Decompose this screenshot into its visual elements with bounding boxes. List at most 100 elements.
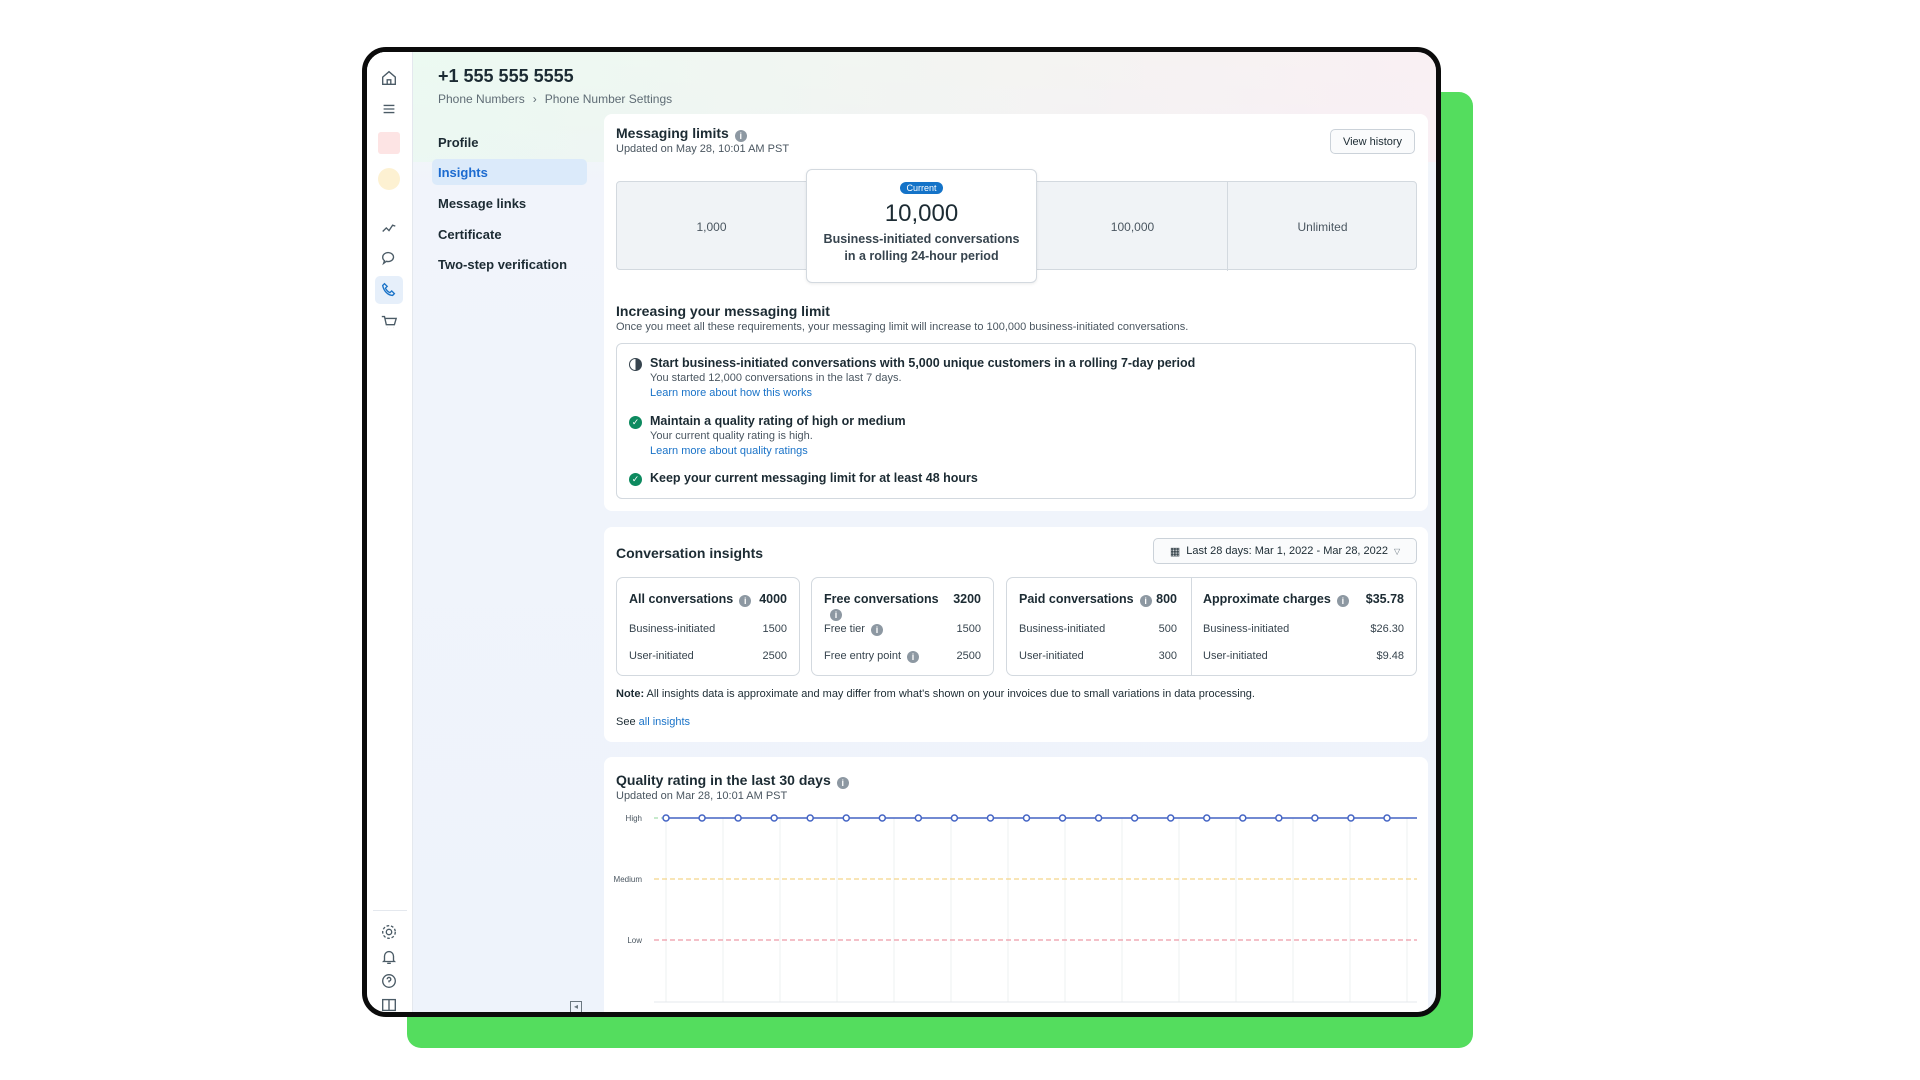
- stat-row-label: User-initiated: [629, 650, 694, 662]
- nav-item-two-step-verification[interactable]: Two-step verification: [432, 251, 587, 277]
- current-badge: Current: [900, 182, 943, 194]
- current-limit-desc-2: in a rolling 24-hour period: [844, 249, 999, 263]
- info-icon[interactable]: i: [734, 130, 747, 142]
- stat-label: All conversations: [629, 592, 734, 606]
- stat-label: Paid conversations: [1019, 592, 1134, 606]
- stat-box-free: Free conversations i 3200 Free tier i 1500 F…: [811, 577, 994, 676]
- divider: [373, 910, 407, 911]
- data-point: [1094, 814, 1103, 822]
- gear-icon[interactable]: [375, 918, 403, 946]
- analytics-icon[interactable]: [375, 213, 403, 241]
- view-history-button[interactable]: View history: [1330, 129, 1415, 154]
- info-icon[interactable]: i: [739, 595, 752, 607]
- data-point: [1311, 814, 1319, 822]
- check-circle-icon: ✓: [629, 473, 642, 486]
- data-point: [770, 814, 778, 822]
- stat-row-value: 1500: [956, 623, 981, 635]
- tier-1000: 1,000: [617, 182, 807, 271]
- info-icon[interactable]: i: [836, 777, 849, 789]
- data-point: [734, 814, 742, 822]
- date-range-picker[interactable]: ▦ Last 28 days: Mar 1, 2022 - Mar 28, 20…: [1153, 538, 1417, 564]
- data-point: [914, 814, 923, 822]
- nav-item-profile[interactable]: Profile: [432, 129, 587, 155]
- stat-box-paid-charges: Paid conversations i 800 Business-initiate…: [1006, 577, 1417, 676]
- menu-icon[interactable]: [375, 95, 403, 123]
- all-insights-link[interactable]: all insights: [639, 716, 690, 728]
- learn-more-quality-link[interactable]: Learn more about quality ratings: [650, 445, 808, 457]
- breadcrumb: Phone Numbers › Phone Number Settings: [438, 92, 672, 106]
- nav-item-message-links[interactable]: Message links: [432, 190, 587, 216]
- nav-item-insights[interactable]: Insights: [432, 159, 587, 185]
- cart-icon[interactable]: [375, 308, 403, 336]
- stat-row-value: 1500: [762, 623, 787, 635]
- stat-row-label: Free tier: [824, 623, 865, 635]
- requirement-detail: Your current quality rating is high.: [650, 430, 813, 442]
- data-point: [842, 814, 850, 822]
- breadcrumb-phone-numbers[interactable]: Phone Numbers: [438, 92, 525, 106]
- quality-rating-card: Quality rating in the last 30 days i Upda…: [604, 757, 1428, 1012]
- nav-item-certificate[interactable]: Certificate: [432, 221, 587, 247]
- app-tile-red[interactable]: [375, 129, 403, 157]
- check-circle-icon: ✓: [629, 416, 642, 429]
- conversation-insights-card: Conversation insights ▦ Last 28 days: Ma…: [604, 527, 1428, 742]
- data-point: [662, 814, 670, 822]
- icon-rail: [367, 52, 413, 1012]
- stat-row-label: Business-initiated: [629, 623, 716, 635]
- phone-icon[interactable]: [375, 276, 403, 304]
- info-icon[interactable]: i: [1139, 595, 1152, 607]
- see-all-insights: See all insights: [616, 716, 690, 728]
- insights-note: Note: All insights data is approximate a…: [616, 688, 1255, 700]
- stat-total: 4000: [759, 592, 787, 606]
- note-text: All insights data is approximate and may…: [644, 688, 1255, 700]
- quality-updated: Updated on Mar 28, 10:01 AM PST: [616, 790, 788, 802]
- messaging-limits-title: Messaging limits: [616, 125, 729, 141]
- data-point: [1383, 814, 1391, 822]
- info-icon[interactable]: i: [830, 609, 842, 621]
- y-tick-label: Medium: [614, 875, 643, 884]
- app-tile-yellow[interactable]: [375, 165, 403, 193]
- data-point: [1022, 814, 1031, 822]
- requirement-title: Maintain a quality rating of high or med…: [650, 414, 906, 428]
- data-point: [1275, 814, 1283, 822]
- stat-row-value: 2500: [956, 650, 981, 662]
- current-limit-desc: Business-initiated conversations: [823, 232, 1020, 246]
- data-point: [950, 814, 959, 822]
- panel-icon[interactable]: [375, 991, 403, 1012]
- stat-total: 800: [1156, 592, 1177, 606]
- in-progress-icon: [629, 358, 642, 371]
- info-icon[interactable]: i: [1336, 595, 1349, 607]
- insights-title: Conversation insights: [616, 545, 764, 561]
- y-tick-label: Low: [627, 936, 642, 945]
- data-point: [1347, 814, 1355, 822]
- page-title: +1 555 555 5555: [438, 66, 574, 86]
- date-range-value: Last 28 days: Mar 1, 2022 - Mar 28, 2022: [1186, 545, 1389, 557]
- requirements-list: Start business-initiated conversations w…: [616, 343, 1416, 499]
- learn-more-how-link[interactable]: Learn more about how this works: [650, 387, 812, 399]
- calendar-icon: ▦: [1169, 545, 1181, 558]
- data-point: [1058, 814, 1067, 822]
- info-icon[interactable]: i: [907, 651, 920, 663]
- tier-100000: 100,000: [1038, 182, 1228, 271]
- stat-row-value: $26.30: [1370, 623, 1404, 635]
- stat-row-value: $9.48: [1376, 650, 1404, 662]
- home-icon[interactable]: [375, 64, 403, 92]
- data-point: [986, 814, 995, 822]
- quality-chart: Low Medium High: [614, 814, 1417, 1003]
- y-tick-label: High: [626, 814, 642, 823]
- increase-limit-title: Increasing your messaging limit: [616, 303, 830, 319]
- divider: [1191, 578, 1192, 675]
- chat-icon[interactable]: [375, 244, 403, 272]
- app-window: +1 555 555 5555 Phone Numbers › Phone Nu…: [362, 47, 1441, 1017]
- collapse-sidebar-icon[interactable]: ◂: [570, 1001, 582, 1012]
- data-point: [1203, 814, 1211, 822]
- chevron-right-icon: ›: [532, 92, 537, 106]
- stat-total: $35.78: [1365, 592, 1404, 606]
- current-tier-card: Current 10,000 Business-initiated conver…: [806, 169, 1037, 283]
- current-limit-value: 10,000: [884, 200, 959, 227]
- stat-row-value: 300: [1158, 650, 1177, 662]
- data-point: [878, 814, 887, 822]
- info-icon[interactable]: i: [870, 624, 883, 636]
- requirement-detail: You started 12,000 conversations in the …: [650, 372, 902, 384]
- requirement-title: Keep your current messaging limit for at…: [650, 471, 978, 485]
- breadcrumb-current: Phone Number Settings: [544, 92, 673, 106]
